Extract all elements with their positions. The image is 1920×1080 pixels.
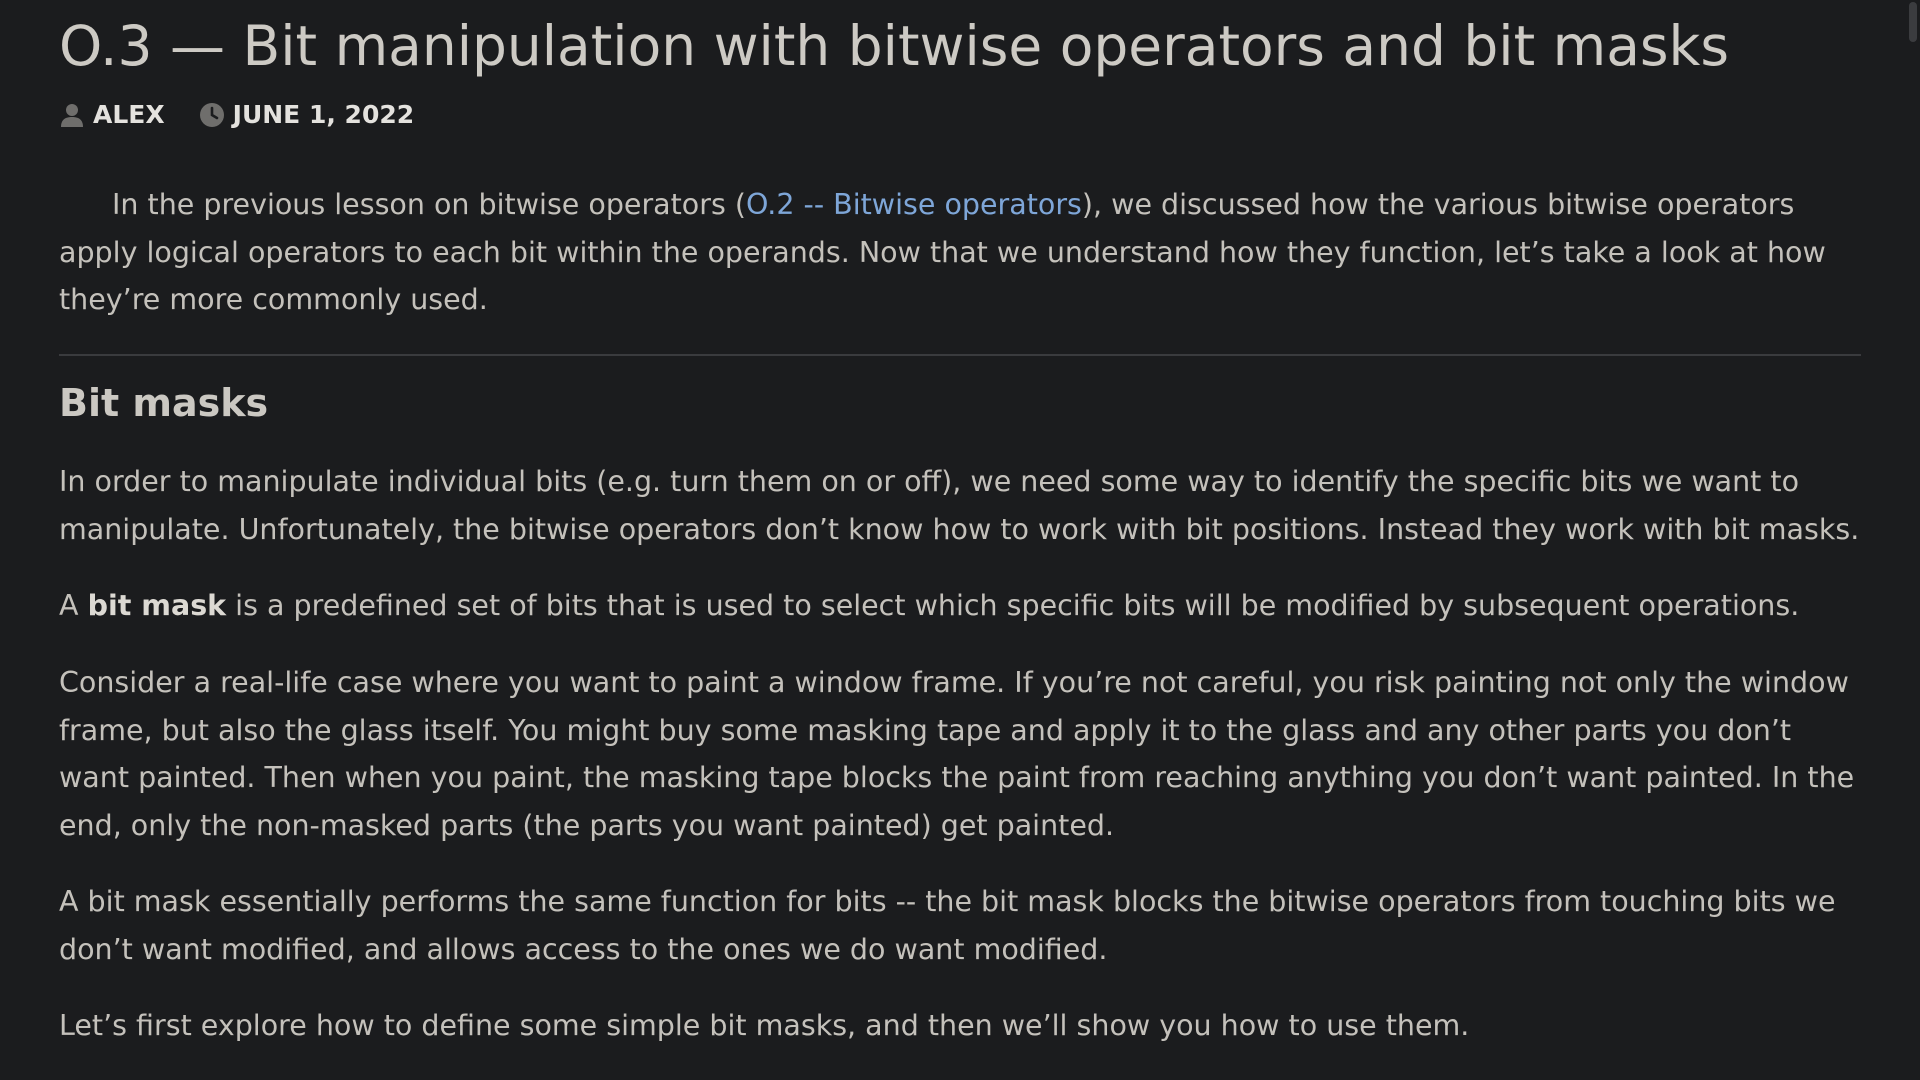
bit-mask-term: bit mask [87,589,227,622]
paragraph-4: A bit mask essentially performs the same… [59,885,1836,966]
lesson-link[interactable]: O.2 -- Bitwise operators [746,188,1082,221]
intro-text-start: In the previous lesson on bitwise operat… [112,188,746,221]
article-meta: ALEX JUNE 1, 2022 [59,100,448,129]
scrollbar-thumb[interactable] [1909,2,1917,42]
date-text: JUNE 1, 2022 [232,100,415,129]
paragraph-3: Consider a real-life case where you want… [59,666,1855,842]
clock-icon [199,102,224,127]
publish-date: JUNE 1, 2022 [199,100,414,129]
scrollbar[interactable] [1906,0,1920,1080]
paragraph-1: In order to manipulate individual bits (… [59,465,1860,546]
author-name[interactable]: ALEX [93,100,165,129]
section-divider [59,354,1861,356]
paragraph-2-start: A [59,589,88,622]
section-heading: Bit masks [59,381,269,425]
user-icon [61,103,83,127]
page-title: O.3 — Bit manipulation with bitwise oper… [59,14,1730,78]
intro-paragraph: In the previous lesson on bitwise operat… [59,181,1861,324]
paragraph-2-end: is a predefined set of bits that is used… [226,589,1800,622]
author-byline: ALEX [59,100,165,129]
paragraph-2: A bit mask is a predefined set of bits t… [59,582,1861,630]
intro-block: In the previous lesson on bitwise operat… [59,181,1861,324]
paragraph-5: Let’s first explore how to define some s… [59,1009,1470,1042]
